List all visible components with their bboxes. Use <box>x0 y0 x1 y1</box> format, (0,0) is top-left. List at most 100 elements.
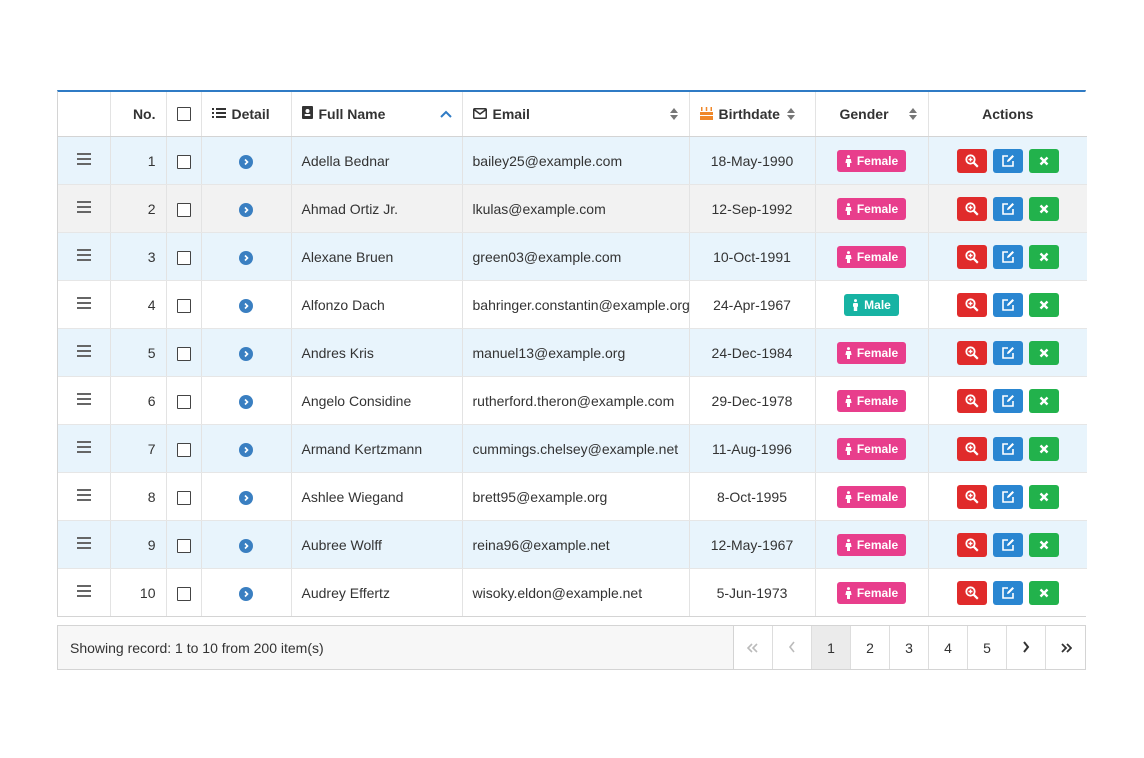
drag-handle-icon[interactable] <box>76 390 91 408</box>
drag-handle-icon[interactable] <box>76 438 91 456</box>
edit-button[interactable] <box>992 580 1023 605</box>
detail-cell[interactable] <box>201 232 292 281</box>
table-row[interactable]: 2 Ahmad Ortiz Jr. lkulas@example.com 12-Sep… <box>58 184 1087 233</box>
drag-handle-icon[interactable] <box>76 582 91 600</box>
row-checkbox[interactable] <box>176 250 191 265</box>
view-button[interactable] <box>956 580 987 605</box>
last-page-button[interactable] <box>1046 626 1085 669</box>
expand-detail-icon[interactable] <box>239 250 253 265</box>
detail-cell[interactable] <box>201 472 292 521</box>
row-checkbox[interactable] <box>176 298 191 313</box>
table-row[interactable]: 3 Alexane Bruen green03@example.com 10-Oct-… <box>58 232 1087 281</box>
row-checkbox[interactable] <box>176 394 191 409</box>
row-checkbox[interactable] <box>176 538 191 553</box>
row-select-cell[interactable] <box>166 184 202 233</box>
drag-handle-cell[interactable] <box>58 232 111 281</box>
detail-cell[interactable] <box>201 520 292 569</box>
header-gender[interactable]: Gender <box>815 92 929 137</box>
expand-detail-icon[interactable] <box>239 442 253 457</box>
row-checkbox[interactable] <box>176 154 191 169</box>
expand-detail-icon[interactable] <box>239 298 253 313</box>
row-select-cell[interactable] <box>166 280 202 329</box>
view-button[interactable] <box>956 148 987 173</box>
view-button[interactable] <box>956 196 987 221</box>
header-full-name[interactable]: Full Name <box>291 92 463 137</box>
expand-detail-icon[interactable] <box>239 586 253 601</box>
row-select-cell[interactable] <box>166 520 202 569</box>
delete-button[interactable] <box>1028 580 1059 605</box>
delete-button[interactable] <box>1028 196 1059 221</box>
view-button[interactable] <box>956 340 987 365</box>
detail-cell[interactable] <box>201 376 292 425</box>
page-button-1[interactable]: 1 <box>812 626 851 669</box>
expand-detail-icon[interactable] <box>239 394 253 409</box>
drag-handle-icon[interactable] <box>76 534 91 552</box>
row-select-cell[interactable] <box>166 568 202 616</box>
page-button-3[interactable]: 3 <box>890 626 929 669</box>
delete-button[interactable] <box>1028 292 1059 317</box>
view-button[interactable] <box>956 388 987 413</box>
edit-button[interactable] <box>992 340 1023 365</box>
row-checkbox[interactable] <box>176 346 191 361</box>
page-button-4[interactable]: 4 <box>929 626 968 669</box>
drag-handle-cell[interactable] <box>58 520 111 569</box>
previous-page-button[interactable] <box>773 626 812 669</box>
page-button-5[interactable]: 5 <box>968 626 1007 669</box>
sort-icon[interactable] <box>669 107 679 121</box>
sort-icon[interactable] <box>786 107 796 121</box>
drag-handle-icon[interactable] <box>76 150 91 168</box>
view-button[interactable] <box>956 292 987 317</box>
row-checkbox[interactable] <box>176 586 191 601</box>
next-page-button[interactable] <box>1007 626 1046 669</box>
drag-handle-cell[interactable] <box>58 328 111 377</box>
delete-button[interactable] <box>1028 148 1059 173</box>
drag-handle-cell[interactable] <box>58 184 111 233</box>
sort-icon[interactable] <box>908 107 918 121</box>
delete-button[interactable] <box>1028 244 1059 269</box>
edit-button[interactable] <box>992 532 1023 557</box>
table-row[interactable]: 10 Audrey Effertz wisoky.eldon@example.net… <box>58 568 1087 616</box>
row-select-cell[interactable] <box>166 376 202 425</box>
edit-button[interactable] <box>992 196 1023 221</box>
row-checkbox[interactable] <box>176 202 191 217</box>
drag-handle-icon[interactable] <box>76 342 91 360</box>
table-row[interactable]: 1 Adella Bednar bailey25@example.com 18-May… <box>58 136 1087 185</box>
drag-handle-icon[interactable] <box>76 246 91 264</box>
drag-handle-cell[interactable] <box>58 472 111 521</box>
row-select-cell[interactable] <box>166 424 202 473</box>
first-page-button[interactable] <box>734 626 773 669</box>
detail-cell[interactable] <box>201 424 292 473</box>
row-select-cell[interactable] <box>166 232 202 281</box>
header-select-all[interactable] <box>166 92 202 137</box>
detail-cell[interactable] <box>201 568 292 616</box>
table-row[interactable]: 6 Angelo Considine rutherford.theron@examp… <box>58 376 1087 425</box>
table-row[interactable]: 9 Aubree Wolff reina96@example.net 12-May-1… <box>58 520 1087 569</box>
row-select-cell[interactable] <box>166 136 202 185</box>
delete-button[interactable] <box>1028 484 1059 509</box>
view-button[interactable] <box>956 532 987 557</box>
expand-detail-icon[interactable] <box>239 202 253 217</box>
view-button[interactable] <box>956 436 987 461</box>
edit-button[interactable] <box>992 244 1023 269</box>
table-row[interactable]: 4 Alfonzo Dach bahringer.constantin@exampl… <box>58 280 1087 329</box>
drag-handle-icon[interactable] <box>76 486 91 504</box>
header-no[interactable]: No. <box>110 92 167 137</box>
select-all-checkbox[interactable] <box>176 107 191 121</box>
delete-button[interactable] <box>1028 532 1059 557</box>
edit-button[interactable] <box>992 388 1023 413</box>
page-button-2[interactable]: 2 <box>851 626 890 669</box>
header-birthdate[interactable]: Birthdate <box>689 92 816 137</box>
drag-handle-icon[interactable] <box>76 198 91 216</box>
drag-handle-cell[interactable] <box>58 136 111 185</box>
drag-handle-icon[interactable] <box>76 294 91 312</box>
row-select-cell[interactable] <box>166 328 202 377</box>
edit-button[interactable] <box>992 148 1023 173</box>
row-checkbox[interactable] <box>176 442 191 457</box>
edit-button[interactable] <box>992 484 1023 509</box>
view-button[interactable] <box>956 484 987 509</box>
detail-cell[interactable] <box>201 184 292 233</box>
drag-handle-cell[interactable] <box>58 424 111 473</box>
table-row[interactable]: 5 Andres Kris manuel13@example.org 24-Dec-1… <box>58 328 1087 377</box>
detail-cell[interactable] <box>201 136 292 185</box>
detail-cell[interactable] <box>201 280 292 329</box>
